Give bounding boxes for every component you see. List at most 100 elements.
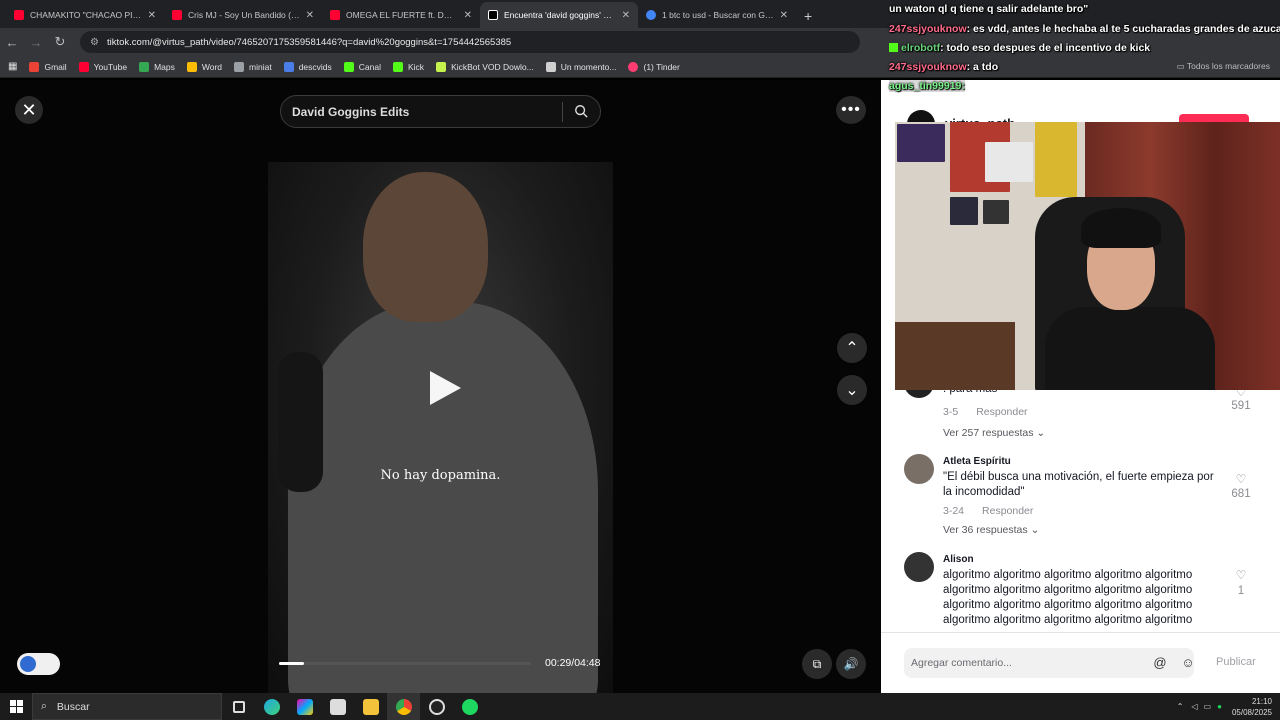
play-icon[interactable] <box>424 368 464 408</box>
webcam-person-hair <box>1081 208 1161 248</box>
post-comment-button[interactable]: Publicar <box>1216 656 1256 668</box>
video-person-head <box>363 172 488 322</box>
bookmark-youtube[interactable]: YouTube <box>78 61 127 72</box>
site-info-icon[interactable]: ⚙ <box>90 37 99 48</box>
bookmark-un-momento[interactable]: Un momento... <box>545 61 616 72</box>
forward-icon[interactable]: → <box>24 35 48 50</box>
address-bar[interactable]: ⚙ tiktok.com/@virtus_path/video/74652071… <box>80 31 860 53</box>
bookmark-label: Gmail <box>44 61 67 72</box>
new-tab-icon[interactable]: + <box>796 8 820 28</box>
next-video-button[interactable]: ⌄ <box>837 375 867 405</box>
chat-message: 247ssjyouknow: es vdd, antes le hechaba … <box>889 23 1280 35</box>
previous-video-button[interactable]: ⌃ <box>837 333 867 363</box>
comment-meta: 3-5 Responder <box>943 406 1028 418</box>
video-time: 00:29/04:48 <box>545 657 601 669</box>
bookmark-gmail[interactable]: Gmail <box>29 61 67 72</box>
close-tab-icon[interactable]: ✕ <box>148 10 156 21</box>
gmail-icon <box>29 61 40 72</box>
copilot-icon[interactable] <box>288 693 321 720</box>
chat-message: 247ssjyouknow: a tdo <box>889 61 998 73</box>
emoji-icon[interactable]: ☺ <box>1180 655 1196 671</box>
chat-text: : <box>961 80 965 92</box>
video-player[interactable]: No hay dopamina. <box>268 162 613 707</box>
comment-input[interactable]: Agregar comentario... <box>904 648 1194 678</box>
apps-grid-icon[interactable]: ▦ <box>8 61 17 72</box>
kickbot-icon <box>436 61 447 72</box>
comment-avatar[interactable] <box>904 454 934 484</box>
bookmark-word[interactable]: Word <box>186 61 222 72</box>
video-progress-bar[interactable] <box>279 662 531 665</box>
chat-text: : todo eso despues de el incentivo de ki… <box>940 42 1151 54</box>
comment-date: 3-24 <box>943 505 965 517</box>
search-icon[interactable] <box>574 104 588 118</box>
comment-text: algoritmo algoritmo algoritmo algoritmo … <box>943 569 1193 626</box>
video-search-bar[interactable]: David Goggins Edits <box>280 95 601 128</box>
tray-chevron-icon[interactable]: ⌃ <box>1177 702 1184 711</box>
file-explorer-icon[interactable] <box>354 693 387 720</box>
webcam-person-body <box>1045 307 1215 390</box>
volume-icon[interactable]: ◁ <box>1191 702 1197 711</box>
edge-icon[interactable] <box>255 693 288 720</box>
reply-button[interactable]: Responder <box>982 505 1033 517</box>
close-tab-icon[interactable]: ✕ <box>306 10 314 21</box>
obs-icon[interactable] <box>420 693 453 720</box>
windows-logo-icon <box>9 700 23 713</box>
browser-tab[interactable]: CHAMAKITO "CHACAO PIZZA" ✕ <box>6 2 164 28</box>
view-replies-label: Ver 36 respuestas <box>943 524 1028 536</box>
tab-title: Cris MJ - Soy Un Bandido (Vide <box>188 10 300 20</box>
comment-author[interactable]: Atleta Espíritu <box>943 456 1011 467</box>
bookmark-descvids[interactable]: descvids <box>283 61 332 72</box>
comment-author[interactable]: Alison <box>943 554 974 565</box>
close-tab-icon[interactable]: ✕ <box>622 10 630 21</box>
like-count: 681 <box>1231 488 1251 500</box>
close-tab-icon[interactable]: ✕ <box>464 10 472 21</box>
bookmark-canal[interactable]: Canal <box>343 61 381 72</box>
volume-button[interactable]: 🔊 <box>836 649 866 679</box>
browser-tab[interactable]: 1 btc to usd - Buscar con Goog ✕ <box>638 2 796 28</box>
bookmark-tinder[interactable]: (1) Tinder <box>628 61 680 72</box>
windows-start-icon[interactable] <box>0 693 32 720</box>
webcam-desk <box>895 322 1015 390</box>
task-view-icon[interactable] <box>222 693 255 720</box>
like-heart-icon[interactable]: ♡ <box>1231 472 1251 486</box>
browser-tab[interactable]: Cris MJ - Soy Un Bandido (Vide ✕ <box>164 2 322 28</box>
bookmark-maps[interactable]: Maps <box>139 61 175 72</box>
like-heart-icon[interactable]: ♡ <box>1231 568 1251 582</box>
pip-icon: ⧉ <box>812 656 822 671</box>
picture-in-picture-button[interactable]: ⧉ <box>802 649 832 679</box>
url-text: tiktok.com/@virtus_path/video/7465207175… <box>106 36 512 48</box>
reload-icon[interactable]: ↻ <box>48 34 72 50</box>
chat-username: 247ssjyouknow <box>889 23 967 35</box>
bookmark-kick[interactable]: Kick <box>393 61 424 72</box>
system-tray: ⌃ ◁ ▭ ● 21:10 05/08/2025 <box>1177 693 1272 720</box>
chrome-icon[interactable] <box>387 693 420 720</box>
taskbar-search[interactable]: ⌕ Buscar <box>32 693 222 720</box>
comment-avatar[interactable] <box>904 552 934 582</box>
browser-tab-active[interactable]: Encuentra 'david goggins' en Ti ✕ <box>480 2 638 28</box>
chevron-down-icon: ⌄ <box>1030 524 1040 536</box>
more-options-button[interactable]: ••• <box>836 96 866 124</box>
bookmark-label: descvids <box>298 61 332 72</box>
network-icon[interactable]: ▭ <box>1204 702 1212 711</box>
view-replies-button[interactable]: Ver 36 respuestas ⌄ <box>943 524 1039 536</box>
bookmark-kickbot[interactable]: KickBot VOD Dowlo... <box>436 61 534 72</box>
close-tab-icon[interactable]: ✕ <box>780 10 788 21</box>
like-count: 591 <box>1231 400 1251 412</box>
bookmark-miniat[interactable]: miniat <box>234 61 272 72</box>
comment-meta: 3-24 Responder <box>943 505 1033 517</box>
notification-icon[interactable]: ● <box>1217 702 1222 711</box>
close-video-button[interactable]: ✕ <box>15 96 43 124</box>
bot-badge-icon <box>889 43 898 52</box>
search-query-text: David Goggins Edits <box>292 104 410 119</box>
more-dots-icon: ••• <box>841 101 861 118</box>
taskbar-clock[interactable]: 21:10 05/08/2025 <box>1232 696 1272 718</box>
spotify-icon[interactable] <box>453 693 486 720</box>
star-icon <box>234 61 245 72</box>
reply-button[interactable]: Responder <box>976 406 1027 418</box>
browser-tab[interactable]: OMEGA EL FUERTE ft. DADDY Y ✕ <box>322 2 480 28</box>
store-icon[interactable] <box>321 693 354 720</box>
view-replies-button[interactable]: Ver 257 respuestas ⌄ <box>943 427 1045 439</box>
autoscroll-toggle[interactable] <box>17 653 60 675</box>
back-icon[interactable]: ← <box>0 35 24 50</box>
mention-icon[interactable]: @ <box>1152 655 1168 671</box>
